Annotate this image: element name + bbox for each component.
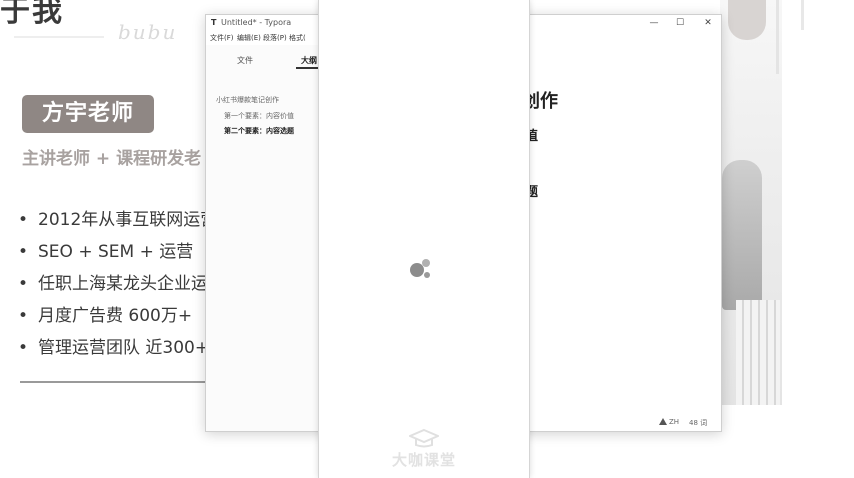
menu-format[interactable]: 格式(: [289, 33, 306, 43]
minimize-icon[interactable]: —: [642, 16, 666, 30]
loading-spinner-icon: [410, 259, 430, 278]
tab-outline[interactable]: 大纲: [301, 55, 317, 66]
language-indicator[interactable]: ZH: [659, 418, 679, 426]
photo-detail: [736, 300, 780, 405]
tab-files[interactable]: 文件: [237, 55, 253, 66]
slide-divider: [20, 381, 205, 383]
window-title: Untitled* - Typora: [221, 18, 292, 27]
name-badge: 方宇老师: [22, 95, 154, 133]
photo-detail: [728, 0, 766, 40]
close-icon[interactable]: ✕: [696, 16, 720, 30]
menu-edit[interactable]: 编辑(E): [237, 33, 261, 43]
role-subtitle: 主讲老师 + 课程研发老: [22, 149, 202, 169]
word-count[interactable]: 48 词: [689, 418, 707, 428]
photo-detail: [722, 160, 762, 310]
decorative-line: [14, 28, 104, 38]
photo-detail: [801, 0, 804, 30]
bio-item: • 任职上海某龙头企业运: [18, 274, 208, 294]
slide-title: 于我: [0, 0, 64, 29]
signature: bubu: [118, 20, 178, 44]
watermark-text: 大咖课堂: [391, 451, 456, 469]
photo-detail: [776, 0, 779, 74]
watermark: 大咖课堂: [319, 428, 529, 470]
typora-app-icon: T: [211, 18, 217, 27]
active-tab-indicator: [296, 67, 320, 69]
warning-icon: [659, 418, 667, 425]
bio-item: • 管理运营团队 近300+: [18, 338, 208, 358]
bio-item: • 月度广告费 600万+: [18, 306, 193, 326]
loading-panel: 大咖课堂: [318, 0, 530, 478]
outline-item[interactable]: 第一个要素：内容价值: [224, 111, 294, 121]
bio-list: • 2012年从事互联网运营 • SEO + SEM + 运营 • 任职上海某龙头企业…: [18, 206, 208, 366]
sidebar: 文件 大纲 小红书爆款笔记创作 第一个要素：内容价值 第二个要素：内容选题: [206, 45, 320, 431]
outline-item[interactable]: 小红书爆款笔记创作: [216, 95, 279, 105]
bio-item: • 2012年从事互联网运营: [18, 210, 208, 230]
maximize-icon[interactable]: ☐: [668, 16, 692, 30]
menu-paragraph[interactable]: 段落(P): [263, 33, 287, 43]
bio-item: • SEO + SEM + 运营: [18, 242, 194, 262]
graduation-cap-icon: [409, 428, 439, 448]
outline-item[interactable]: 第二个要素：内容选题: [224, 126, 294, 136]
menu-file[interactable]: 文件(F): [210, 33, 234, 43]
